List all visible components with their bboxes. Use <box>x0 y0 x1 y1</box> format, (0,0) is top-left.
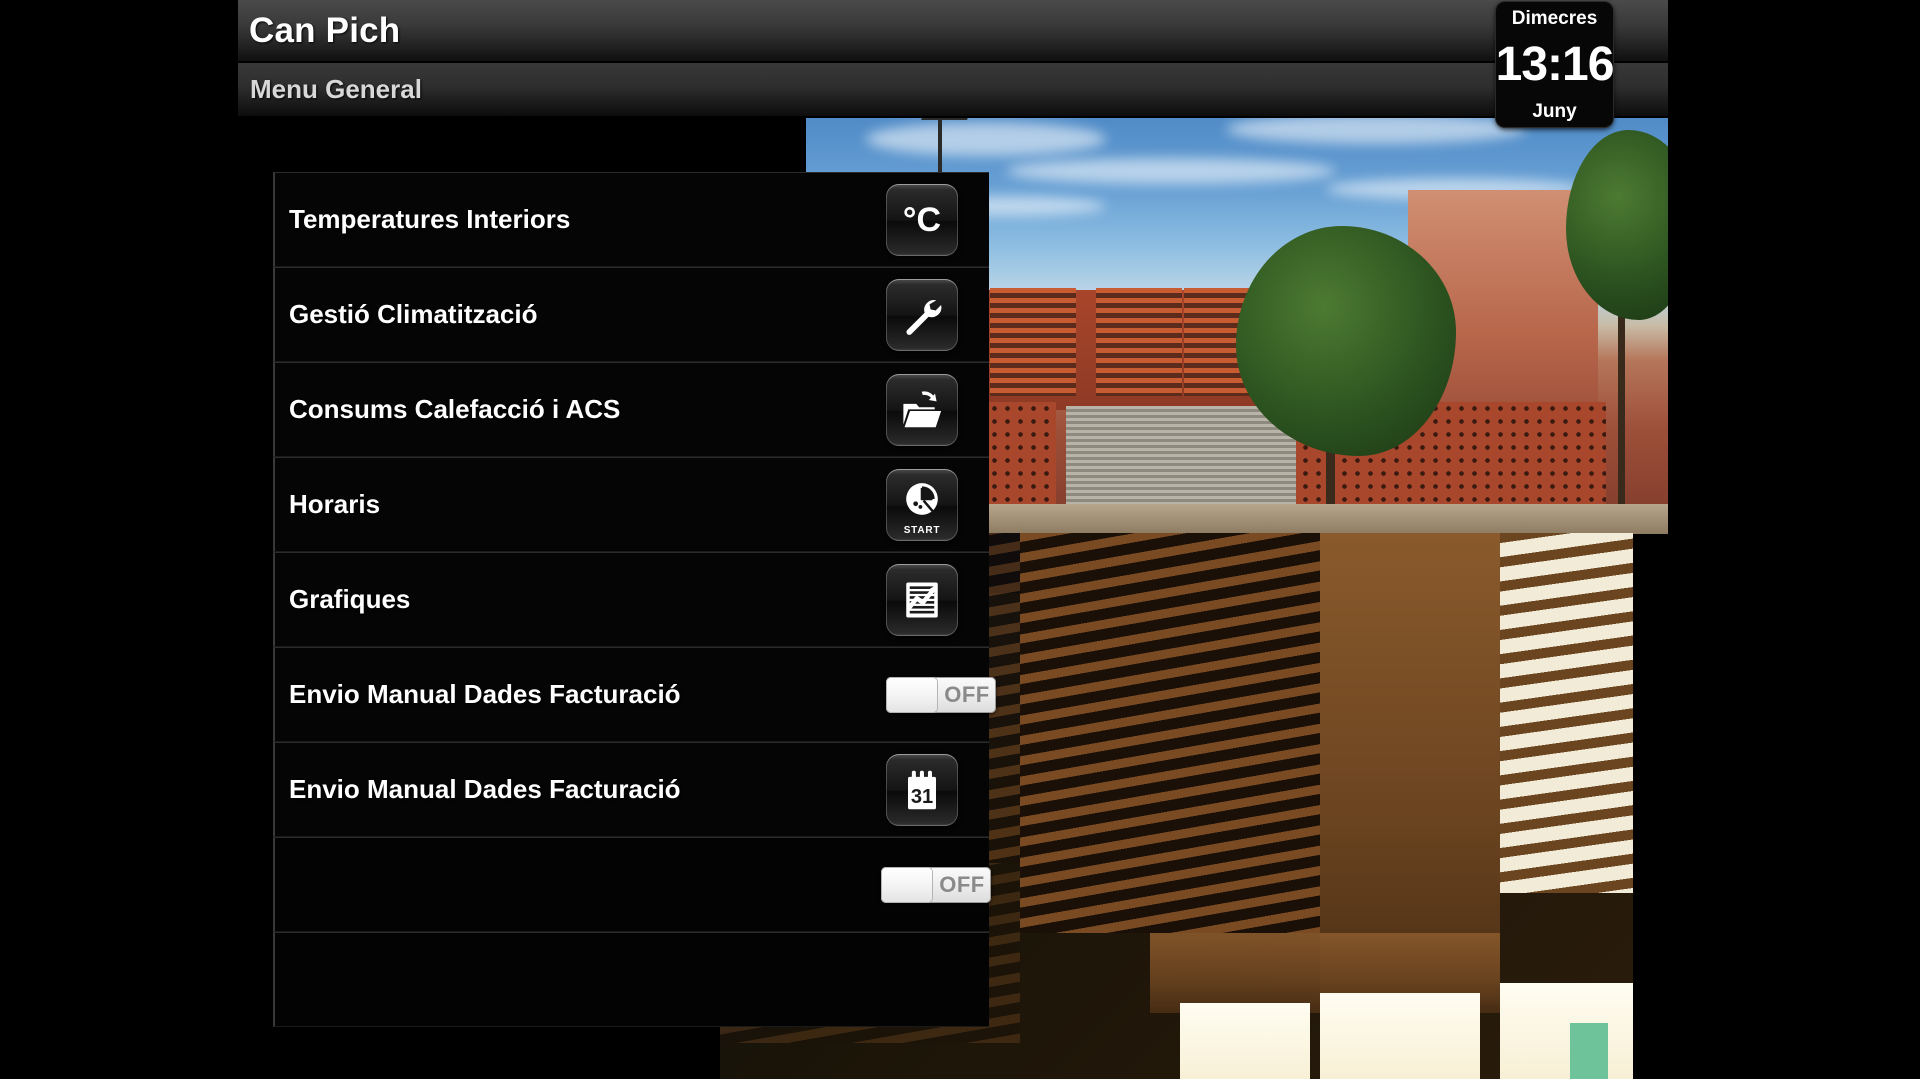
subtitle-bar: Menu General <box>238 63 1668 118</box>
wrench-icon <box>901 294 943 336</box>
menu-row-label: Horaris <box>289 489 381 519</box>
menu-row-grafiques[interactable]: Grafiques <box>273 552 989 647</box>
clock-start-icon-button[interactable]: START <box>886 468 958 541</box>
calendar-31-icon: 31 <box>902 769 942 811</box>
control-slot-grafiques <box>886 552 1016 647</box>
calendar-31-icon-button[interactable]: 31 <box>886 753 958 826</box>
menu-row-envio-manual-dades-facturacio-toggle[interactable]: Envio Manual Dades Facturació <box>273 647 989 742</box>
folder-open-icon <box>900 389 944 431</box>
menu-row-label: Gestió Climatització <box>289 299 538 329</box>
control-slot-envio-toggle-1: OFF <box>886 647 1016 742</box>
control-slot-envio-toggle-2: OFF <box>881 837 1016 932</box>
clock-widget[interactable]: Dimecres 13:16 Juny <box>1495 2 1615 127</box>
menu-row-gestio-climatitzacio[interactable]: Gestió Climatització <box>273 267 989 362</box>
chart-icon <box>901 579 943 621</box>
menu-row-empty-2[interactable] <box>273 932 989 1027</box>
menu-row-label: Consums Calefacció i ACS <box>289 394 621 424</box>
toggle-state-label: OFF <box>944 681 990 707</box>
menu-row-consums-calefaccio-acs[interactable]: Consums Calefacció i ACS <box>273 362 989 457</box>
toggle-knob[interactable] <box>887 677 937 712</box>
celsius-icon-button[interactable]: °C <box>886 183 958 256</box>
folder-open-icon-button[interactable] <box>886 373 958 446</box>
menu-row-temperatures-interiors[interactable]: Temperatures Interiors <box>273 172 989 267</box>
control-slot-horaris: START <box>886 457 1016 552</box>
start-label: START <box>903 524 941 536</box>
menu-row-label: Envio Manual Dades Facturació <box>289 679 681 709</box>
clock-start-icon <box>903 480 941 518</box>
control-slot-temperatures: °C <box>886 172 1016 267</box>
menu-row-label: Temperatures Interiors <box>289 204 571 234</box>
svg-text:31: 31 <box>911 786 933 808</box>
app-header: Can Pich Menu General <box>238 0 1668 118</box>
clock-time-label: 13:16 <box>1495 38 1615 91</box>
wrench-icon-button[interactable] <box>886 278 958 351</box>
clock-month-label: Juny <box>1532 101 1577 122</box>
control-slot-envio-calendar: 31 <box>886 742 1016 837</box>
control-slot-consums <box>886 362 1016 457</box>
menu-row-label: Grafiques <box>289 584 411 614</box>
envio-manual-toggle-1[interactable]: OFF <box>886 676 996 713</box>
menu-row-horaris[interactable]: Horaris <box>273 457 989 552</box>
toggle-state-label: OFF <box>939 871 985 897</box>
breadcrumb: Menu General <box>250 74 422 104</box>
clock-day-label: Dimecres <box>1511 8 1598 29</box>
toggle-knob[interactable] <box>882 867 932 902</box>
celsius-icon: °C <box>902 200 942 239</box>
page-title: Can Pich <box>249 10 401 50</box>
title-bar: Can Pich <box>238 0 1668 63</box>
app-screen: Can Pich Menu General Dimecres 13:16 Jun… <box>0 0 1920 1079</box>
chart-icon-button[interactable] <box>886 563 958 636</box>
control-slot-climatitzacio <box>886 267 1016 362</box>
envio-manual-toggle-2[interactable]: OFF <box>881 866 991 903</box>
control-column: °C START OFF 31 OFF <box>881 172 1016 1027</box>
menu-row-label: Envio Manual Dades Facturació <box>289 774 681 804</box>
menu-row-envio-manual-dades-facturacio-calendar[interactable]: Envio Manual Dades Facturació <box>273 742 989 837</box>
